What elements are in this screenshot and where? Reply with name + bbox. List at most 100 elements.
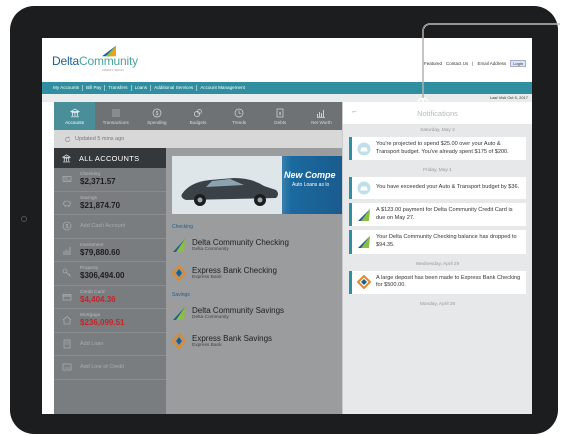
tab-transactions-label: Transactions <box>102 119 129 125</box>
nav-additional-services[interactable]: Additional Services <box>151 85 198 91</box>
refresh-icon[interactable] <box>64 136 71 143</box>
nav-account-management[interactable]: Account Management <box>197 85 248 91</box>
utility-links: Featured Contact Us | Email Address Logi… <box>424 60 526 67</box>
nav-loans[interactable]: Loans <box>132 85 152 91</box>
dollar-circle-icon: $ <box>62 221 72 231</box>
key-icon <box>62 268 71 277</box>
add-loan-label: Add Loan <box>80 340 104 347</box>
express-bank-icon <box>172 265 186 281</box>
notification-card[interactable]: You have exceeded your Auto & Transport … <box>349 177 526 200</box>
money-management-app: Accounts Transactions $ Spending Budgets… <box>54 102 532 414</box>
tab-accounts[interactable]: Accounts <box>54 102 96 130</box>
growth-chart-icon <box>63 246 71 255</box>
all-accounts-item[interactable]: ALL ACCOUNTS <box>54 148 166 168</box>
last-visit-text: Last Visit Oct 5, 2017 <box>490 95 528 100</box>
add-cash-account-label: Add Cash Account <box>80 223 126 230</box>
site-header: DeltaCommunity CREDIT UNION Featured Con… <box>42 38 532 82</box>
notification-card[interactable]: You're projected to spend $25.00 over yo… <box>349 137 526 161</box>
svg-text:$: $ <box>279 111 282 116</box>
link-featured[interactable]: Featured <box>424 61 442 66</box>
date-separator: Monday, April 26 <box>419 301 456 307</box>
date-separator: Saturday, May 2 <box>420 128 455 133</box>
notification-card[interactable]: A large deposit has been made to Express… <box>349 270 526 294</box>
savings-section-label: Savings <box>172 292 190 298</box>
logo-subtitle: CREDIT UNION <box>102 68 124 72</box>
notifications-header: ← Notifications <box>343 102 532 124</box>
tab-transactions[interactable]: Transactions <box>95 102 136 130</box>
login-button[interactable]: Login <box>510 60 526 67</box>
notifications-title: Notifications <box>417 108 458 118</box>
account-institution: Express Bank <box>192 275 222 280</box>
delta-logo-icon <box>173 307 185 320</box>
add-line-of-credit-label: Add Line of Credit <box>80 364 125 371</box>
tab-net-worth[interactable]: Net Worth <box>301 102 342 130</box>
bank-icon <box>69 108 80 117</box>
logo[interactable]: DeltaCommunity <box>52 54 138 68</box>
camera-icon <box>21 216 27 222</box>
tab-spending[interactable]: $ Spending <box>136 102 177 130</box>
checking-total: $2,371.57 <box>80 177 116 187</box>
notification-text: You're projected to spend $25.00 over yo… <box>376 141 509 155</box>
delta-logo-icon <box>358 235 370 248</box>
express-bank-icon <box>172 333 186 349</box>
tab-trends-label: Trends <box>232 119 247 125</box>
sidebar-item-savings[interactable]: Savings $21,874.70 <box>54 192 166 215</box>
account-name: Delta Community Savings <box>192 306 285 315</box>
sidebar-item-add-line-of-credit[interactable]: Add Line of Credit <box>54 356 166 380</box>
notifications-panel: ← Notifications Saturday, May 2 You're p… <box>342 102 532 414</box>
account-name: Express Bank Checking <box>192 266 277 275</box>
back-arrow-icon[interactable]: ← <box>351 108 358 115</box>
main-nav: My Accounts Bill Pay Transfers Loans Add… <box>42 82 532 94</box>
express-bank-icon <box>357 275 371 290</box>
screen: DeltaCommunity CREDIT UNION Featured Con… <box>42 38 532 414</box>
list-icon <box>111 109 120 116</box>
nav-transfers[interactable]: Transfers <box>105 85 132 91</box>
house-icon <box>62 316 72 325</box>
tab-budgets[interactable]: Budgets <box>177 102 218 130</box>
credit-card-icon <box>62 293 72 301</box>
sidebar-item-property[interactable]: Property $306,494.00 <box>54 262 166 286</box>
tab-trends[interactable]: Trends <box>219 102 260 130</box>
icon-tabs: Accounts Transactions $ Spending Budgets… <box>54 102 342 130</box>
account-express-savings[interactable]: Express Bank Savings Express Bank <box>172 328 342 354</box>
accounts-content: New Compe Auto Loans as lo Checking Delt… <box>166 148 342 414</box>
nav-bill-pay[interactable]: Bill Pay <box>83 85 106 91</box>
notification-card[interactable]: Your Delta Community Checking balance ha… <box>349 230 526 254</box>
notification-text: A large deposit has been made to Express… <box>376 274 521 289</box>
link-email[interactable]: Email Address <box>477 61 506 66</box>
sidebar-item-add-cash-account[interactable]: $ Add Cash Account <box>54 215 166 239</box>
account-express-checking[interactable]: Express Bank Checking Express Bank <box>172 260 342 286</box>
account-institution: Express Bank <box>192 343 222 348</box>
savings-total: $21,874.70 <box>80 200 121 210</box>
bank-icon <box>62 154 71 162</box>
sidebar-item-credit-card[interactable]: Credit Card $4,404.36 <box>54 286 166 309</box>
accounts-sidebar: ALL ACCOUNTS Checking $2,371.57 Savings … <box>54 148 166 414</box>
svg-text:$: $ <box>155 110 158 116</box>
nav-my-accounts[interactable]: My Accounts <box>50 85 84 91</box>
link-contact[interactable]: Contact Us <box>446 61 468 66</box>
date-separator: Wednesday, April 29 <box>415 261 460 267</box>
tab-debts-label: Debts <box>274 119 287 125</box>
account-delta-checking[interactable]: Delta Community Checking Delta Community <box>172 232 342 258</box>
updated-text: Updated 5 mins ago <box>75 136 125 142</box>
checkbook-icon <box>62 176 72 183</box>
sidebar-item-investment[interactable]: Investment $79,880.60 <box>54 239 166 262</box>
notification-text: A $123.00 payment for Delta Community Cr… <box>376 207 513 221</box>
updated-status: Updated 5 mins ago <box>54 130 342 148</box>
promo-banner[interactable]: New Compe Auto Loans as lo <box>172 156 342 214</box>
notification-text: You have exceeded your Auto & Transport … <box>376 184 520 191</box>
clock-icon <box>234 108 244 117</box>
sidebar-item-add-loan[interactable]: Add Loan <box>54 333 166 356</box>
sidebar-item-checking[interactable]: Checking $2,371.57 <box>54 168 166 192</box>
tab-spending-label: Spending <box>147 119 167 125</box>
svg-text:$: $ <box>66 224 69 230</box>
notification-card[interactable]: A $123.00 payment for Delta Community Cr… <box>349 203 526 227</box>
sidebar-item-mortgage[interactable]: Mortgage $236,099.51 <box>54 309 166 333</box>
investment-total: $79,880.60 <box>80 247 121 257</box>
tab-debts[interactable]: $ Debts <box>260 102 301 130</box>
all-accounts-label: ALL ACCOUNTS <box>79 153 140 163</box>
account-delta-savings[interactable]: Delta Community Savings Delta Community <box>172 300 342 326</box>
property-total: $306,494.00 <box>80 271 125 281</box>
bar-chart-icon <box>317 109 326 118</box>
tab-budgets-label: Budgets <box>189 119 207 125</box>
